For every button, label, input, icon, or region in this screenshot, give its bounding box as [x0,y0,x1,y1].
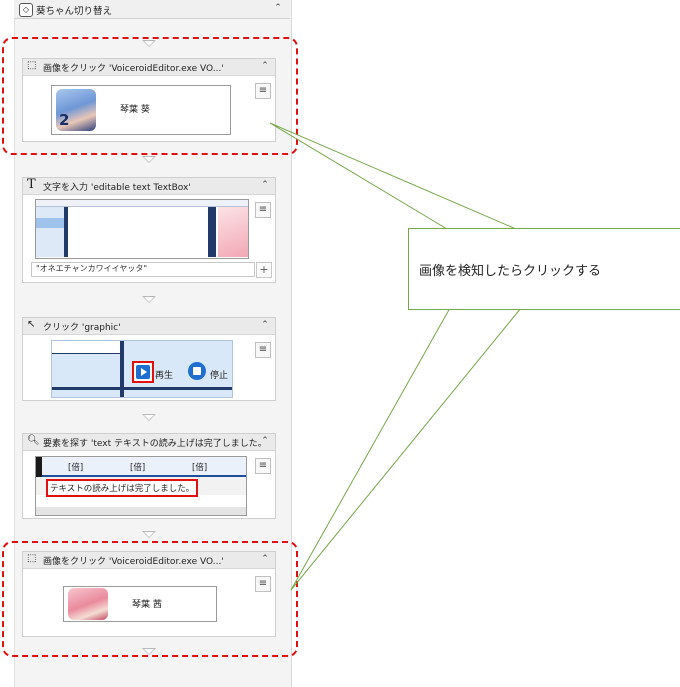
callout-text: 画像を検知したらクリックする [419,264,602,279]
callout-connector [269,122,522,591]
callout-box: 画像を検知したらクリックする [408,228,680,310]
